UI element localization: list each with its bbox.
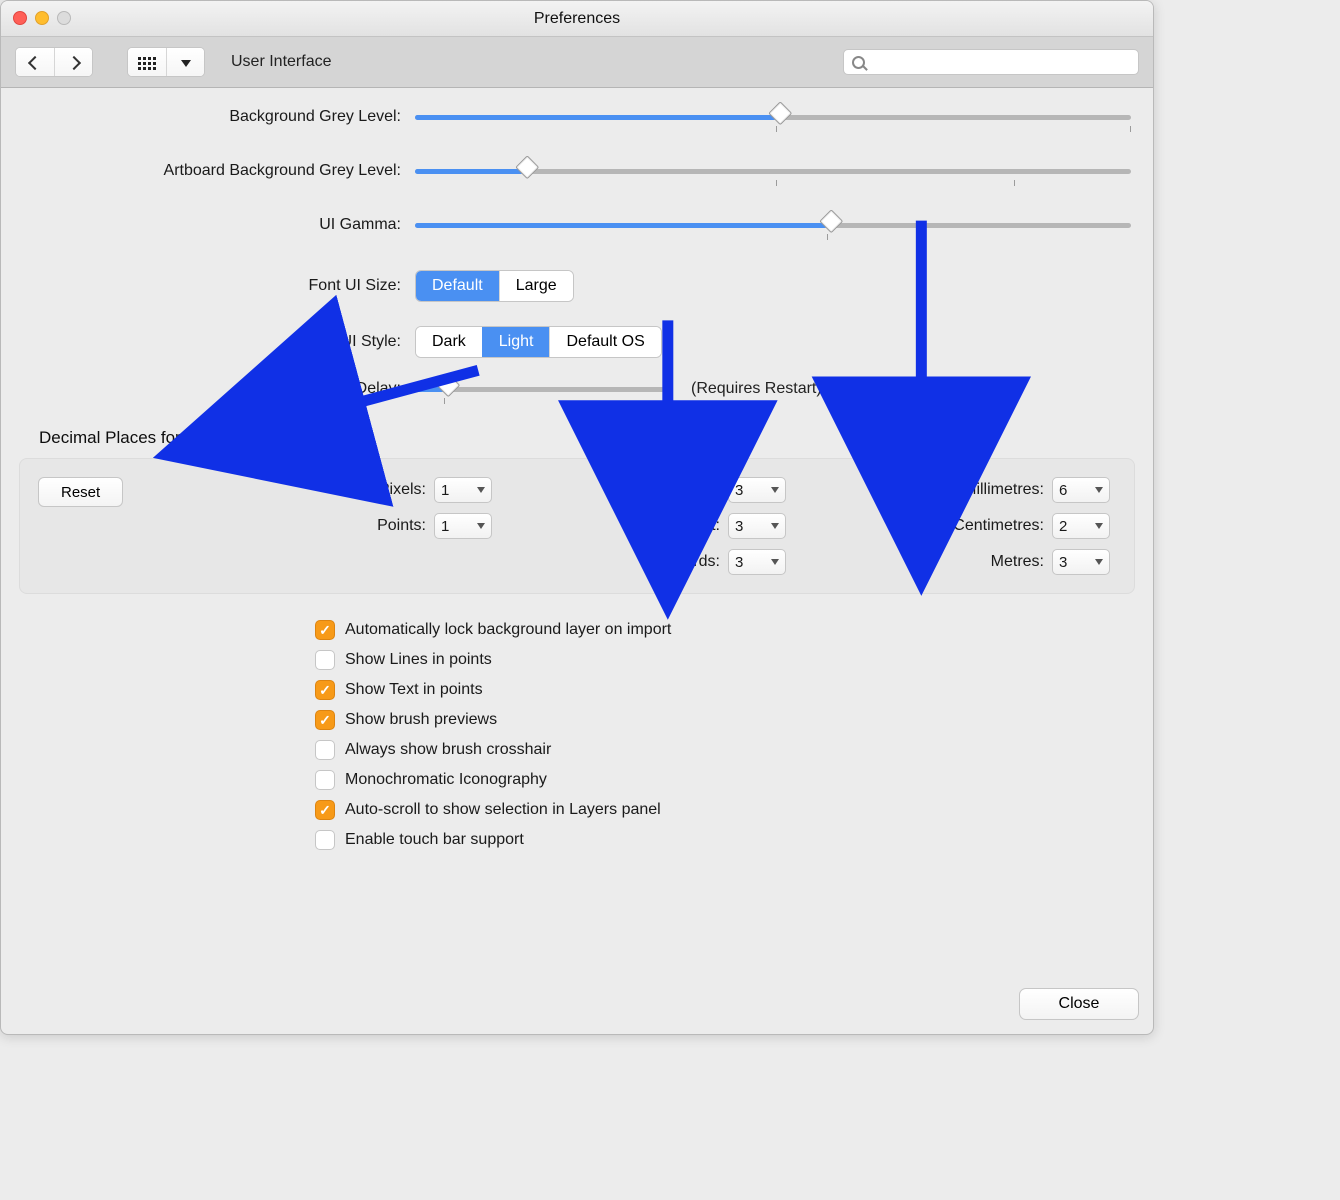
label-font-size: Font UI Size:: [17, 277, 415, 295]
label-mm: Millimetres:: [963, 481, 1044, 499]
ui-style-dark[interactable]: Dark: [416, 327, 482, 357]
font-size-large[interactable]: Large: [499, 271, 573, 301]
check-label-1: Show Lines in points: [345, 651, 492, 669]
checkbox-1[interactable]: [315, 650, 335, 670]
checkbox-6[interactable]: [315, 800, 335, 820]
seg-ui-style: Dark Light Default OS: [415, 326, 662, 358]
search-input[interactable]: [865, 54, 1130, 70]
label-m: Metres:: [991, 553, 1044, 571]
slider-tooltip-delay[interactable]: [415, 382, 677, 396]
section-title: User Interface: [231, 53, 331, 71]
label-ui-gamma: UI Gamma:: [17, 216, 415, 234]
window-title: Preferences: [1, 10, 1153, 28]
check-row-3: Show brush previews: [315, 710, 1137, 730]
checkbox-5[interactable]: [315, 770, 335, 790]
titlebar: Preferences: [1, 1, 1153, 36]
chevron-down-icon: [477, 523, 485, 529]
checkbox-4[interactable]: [315, 740, 335, 760]
checkbox-7[interactable]: [315, 830, 335, 850]
decimal-panel: Reset Pixels:1 Points:1 Inches:3 Feet:3 …: [19, 458, 1135, 594]
chevron-down-icon: [771, 523, 779, 529]
label-cm: Centimetres:: [953, 517, 1044, 535]
decimal-section-title: Decimal Places for Unit Types:: [39, 428, 1137, 448]
checkbox-list: Automatically lock background layer on i…: [315, 620, 1137, 850]
nav-buttons: [15, 47, 93, 77]
content: Background Grey Level: Artboard Backgrou…: [1, 88, 1153, 850]
chevron-down-icon: [1095, 559, 1103, 565]
reset-button[interactable]: Reset: [38, 477, 123, 507]
row-font-size: Font UI Size: Default Large: [17, 270, 1137, 302]
check-row-2: Show Text in points: [315, 680, 1137, 700]
checkbox-3[interactable]: [315, 710, 335, 730]
check-row-4: Always show brush crosshair: [315, 740, 1137, 760]
check-label-5: Monochromatic Iconography: [345, 771, 547, 789]
label-ui-style: UI Style:: [17, 333, 415, 351]
toolbar: User Interface: [1, 36, 1153, 88]
select-points[interactable]: 1: [434, 513, 492, 539]
chevron-down-icon: [181, 60, 191, 67]
label-yards: Yards:: [675, 553, 720, 571]
chevron-right-icon: [66, 56, 80, 70]
label-inches: Inches:: [668, 481, 720, 499]
ui-style-default-os[interactable]: Default OS: [549, 327, 660, 357]
back-button[interactable]: [16, 48, 54, 77]
checkbox-2[interactable]: [315, 680, 335, 700]
footer: Close: [1019, 988, 1139, 1020]
select-inches[interactable]: 3: [728, 477, 786, 503]
check-label-6: Auto-scroll to show selection in Layers …: [345, 801, 661, 819]
chevron-down-icon: [771, 487, 779, 493]
label-feet: Feet:: [684, 517, 720, 535]
grid-icon: [138, 57, 156, 70]
label-pixels: Pixels:: [379, 481, 426, 499]
chevron-left-icon: [28, 56, 42, 70]
font-size-default[interactable]: Default: [416, 271, 499, 301]
chevron-down-icon: [1095, 487, 1103, 493]
row-tooltip-delay: Tooltip Delay: (Requires Restart): [17, 380, 1137, 398]
chevron-down-icon: [477, 487, 485, 493]
check-label-2: Show Text in points: [345, 681, 483, 699]
check-label-7: Enable touch bar support: [345, 831, 524, 849]
slider-bg-grey[interactable]: [415, 110, 1137, 124]
ui-style-light[interactable]: Light: [482, 327, 550, 357]
forward-button[interactable]: [54, 48, 92, 77]
row-artboard-grey: Artboard Background Grey Level:: [17, 162, 1137, 180]
label-points: Points:: [377, 517, 426, 535]
check-label-4: Always show brush crosshair: [345, 741, 551, 759]
check-row-5: Monochromatic Iconography: [315, 770, 1137, 790]
check-row-0: Automatically lock background layer on i…: [315, 620, 1137, 640]
row-ui-gamma: UI Gamma:: [17, 216, 1137, 234]
slider-ui-gamma[interactable]: [415, 218, 1137, 232]
select-feet[interactable]: 3: [728, 513, 786, 539]
checkbox-0[interactable]: [315, 620, 335, 640]
search-icon: [852, 56, 865, 69]
check-label-0: Automatically lock background layer on i…: [345, 621, 671, 639]
select-pixels[interactable]: 1: [434, 477, 492, 503]
preferences-window: Preferences User Interface Background Gr…: [0, 0, 1154, 1035]
chevron-down-icon: [771, 559, 779, 565]
search-field[interactable]: [843, 49, 1139, 75]
close-button[interactable]: Close: [1019, 988, 1139, 1020]
select-m[interactable]: 3: [1052, 549, 1110, 575]
select-yards[interactable]: 3: [728, 549, 786, 575]
check-row-6: Auto-scroll to show selection in Layers …: [315, 800, 1137, 820]
slider-artboard-grey[interactable]: [415, 164, 1137, 178]
select-cm[interactable]: 2: [1052, 513, 1110, 539]
label-tooltip-delay: Tooltip Delay:: [17, 380, 415, 398]
tooltip-restart-note: (Requires Restart): [691, 380, 822, 398]
grid-view-button[interactable]: [128, 48, 166, 77]
select-mm[interactable]: 6: [1052, 477, 1110, 503]
seg-font-size: Default Large: [415, 270, 574, 302]
label-artboard-grey: Artboard Background Grey Level:: [17, 162, 415, 180]
check-label-3: Show brush previews: [345, 711, 497, 729]
chevron-down-icon: [1095, 523, 1103, 529]
check-row-7: Enable touch bar support: [315, 830, 1137, 850]
row-ui-style: UI Style: Dark Light Default OS: [17, 326, 1137, 358]
dropdown-button[interactable]: [166, 48, 204, 77]
view-buttons: [127, 47, 205, 77]
row-bg-grey: Background Grey Level:: [17, 108, 1137, 126]
label-bg-grey: Background Grey Level:: [17, 108, 415, 126]
check-row-1: Show Lines in points: [315, 650, 1137, 670]
